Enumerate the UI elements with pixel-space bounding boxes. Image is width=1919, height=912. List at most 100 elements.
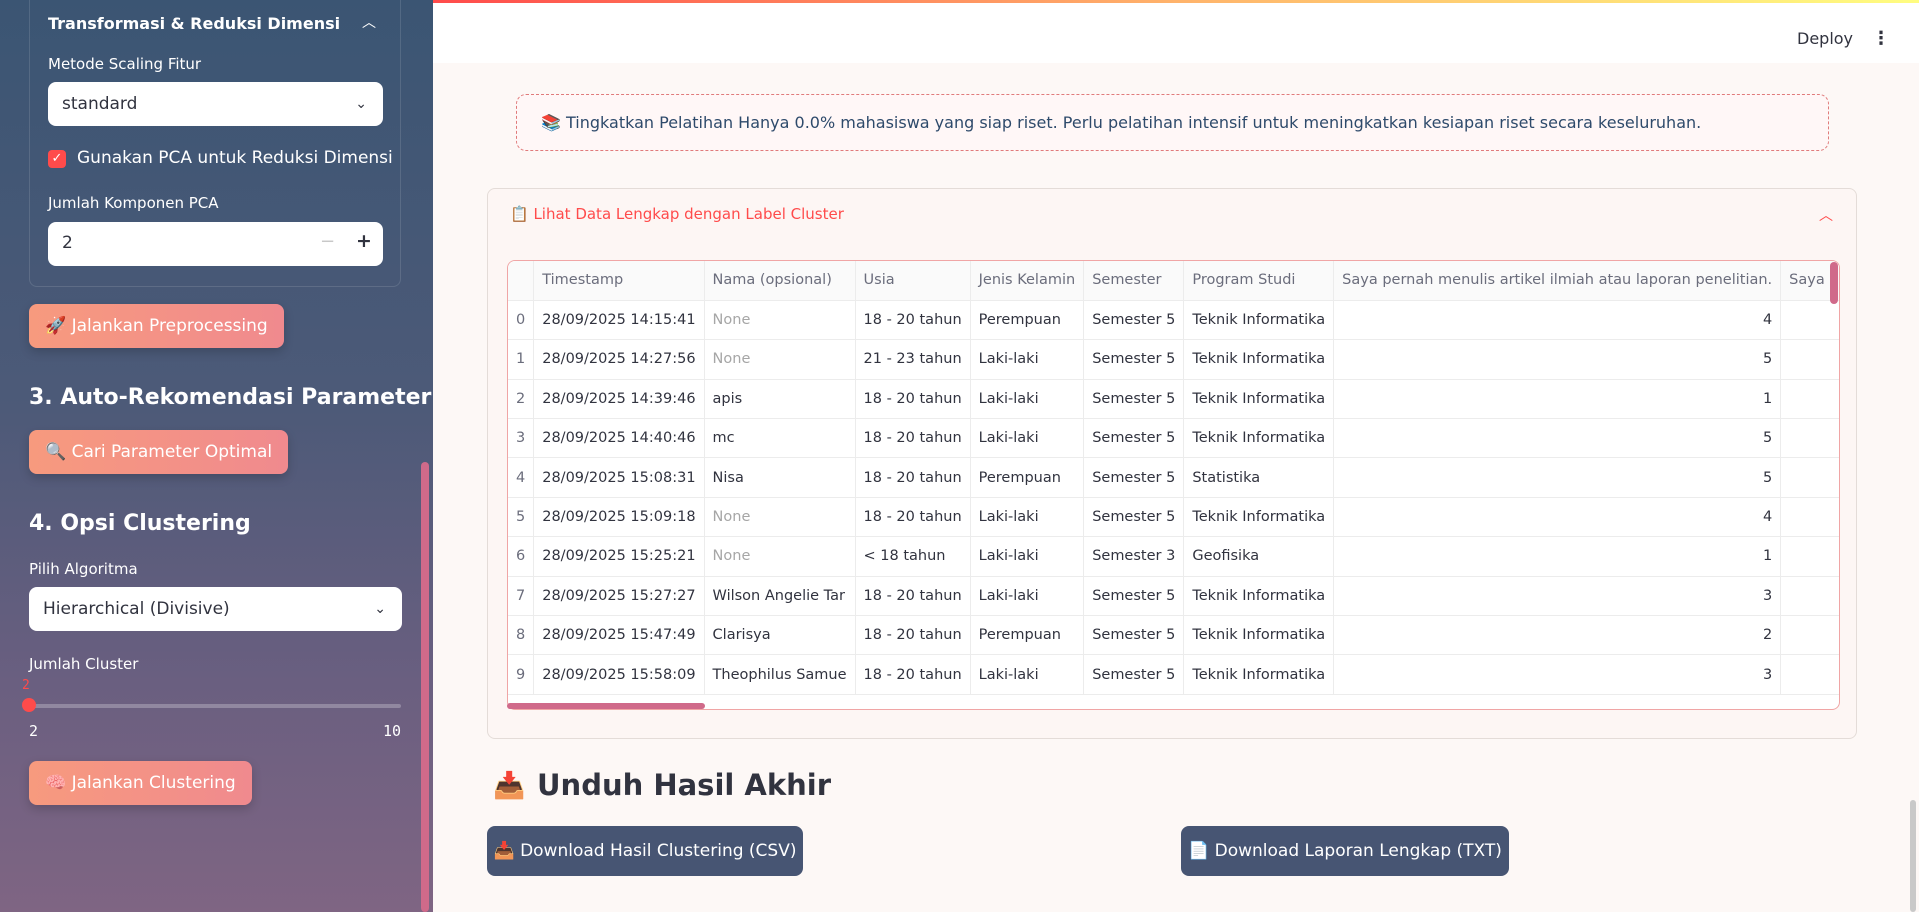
table-cell[interactable]: Semester 5	[1083, 654, 1185, 695]
table-cell[interactable]: Laki-laki	[970, 418, 1085, 459]
table-cell[interactable]: Semester 5	[1083, 300, 1185, 341]
table-cell[interactable]: Teknik Informatika	[1183, 654, 1335, 695]
chevron-up-icon[interactable]: ︿	[1819, 205, 1833, 225]
table-horizontal-scrollbar[interactable]	[507, 703, 705, 709]
table-cell[interactable]: Teknik Informatika	[1183, 418, 1335, 459]
pca-components-value[interactable]: 2	[62, 233, 73, 253]
table-cell[interactable]: Semester 5	[1083, 457, 1185, 498]
deploy-button[interactable]: Deploy	[1797, 29, 1853, 48]
table-cell[interactable]: Teknik Informatika	[1183, 615, 1335, 656]
row-index-cell[interactable]: 7	[508, 576, 535, 617]
run-clustering-button[interactable]: 🧠 Jalankan Clustering	[29, 761, 252, 805]
table-cell[interactable]: Nisa	[704, 457, 856, 498]
table-row[interactable]: 9 28/09/2025 15:58:09 Theophilus Samue 18 -…	[508, 654, 1839, 695]
chevron-up-icon[interactable]: ︿	[362, 12, 376, 32]
page-scrollbar[interactable]	[1910, 800, 1916, 912]
table-cell[interactable]: 28/09/2025 15:25:21	[533, 536, 705, 577]
table-cell[interactable]	[1780, 576, 1839, 617]
table-cell[interactable]: apis	[704, 379, 856, 420]
download-csv-button[interactable]: 📥 Download Hasil Clustering (CSV)	[487, 826, 803, 876]
table-row[interactable]: 0 28/09/2025 14:15:41 None 18 - 20 tahun Per…	[508, 300, 1839, 341]
table-cell[interactable]	[1780, 418, 1839, 459]
pca-checkbox-label[interactable]: Gunakan PCA untuk Reduksi Dimensi	[77, 148, 393, 168]
row-index-cell[interactable]: 8	[508, 615, 535, 656]
table-row[interactable]: 7 28/09/2025 15:27:27 Wilson Angelie Tar 18…	[508, 576, 1839, 617]
table-cell[interactable]: 18 - 20 tahun	[855, 379, 971, 420]
table-cell[interactable]: Semester 5	[1083, 576, 1185, 617]
table-cell[interactable]: 21 - 23 tahun	[855, 339, 971, 380]
table-cell[interactable]: 1	[1333, 379, 1782, 420]
table-cell[interactable]: 1	[1333, 536, 1782, 577]
row-index-cell[interactable]: 5	[508, 497, 535, 538]
table-cell[interactable]: 18 - 20 tahun	[855, 654, 971, 695]
cluster-slider-thumb[interactable]	[22, 698, 36, 712]
table-cell[interactable]: Teknik Informatika	[1183, 339, 1335, 380]
table-cell[interactable]: mc	[704, 418, 856, 459]
table-cell[interactable]: None	[704, 339, 856, 380]
table-cell[interactable]: 28/09/2025 15:08:31	[533, 457, 705, 498]
table-cell[interactable]: 28/09/2025 15:27:27	[533, 576, 705, 617]
table-cell[interactable]	[1780, 457, 1839, 498]
column-header[interactable]: Semester	[1083, 261, 1185, 301]
table-cell[interactable]: Laki-laki	[970, 576, 1085, 617]
table-cell[interactable]: 5	[1333, 418, 1782, 459]
table-cell[interactable]: Wilson Angelie Tar	[704, 576, 856, 617]
table-cell[interactable]: Semester 5	[1083, 418, 1185, 459]
table-cell[interactable]: 4	[1333, 497, 1782, 538]
minus-icon[interactable]: −	[320, 231, 335, 252]
table-row[interactable]: 3 28/09/2025 14:40:46 mc 18 - 20 tahun Laki-…	[508, 418, 1839, 459]
row-index-cell[interactable]: 6	[508, 536, 535, 577]
table-cell[interactable]: Semester 5	[1083, 615, 1185, 656]
table-row[interactable]: 4 28/09/2025 15:08:31 Nisa 18 - 20 tahun Per…	[508, 457, 1839, 498]
table-cell[interactable]: Laki-laki	[970, 654, 1085, 695]
column-header[interactable]: Jenis Kelamin	[970, 261, 1085, 301]
table-row[interactable]: 5 28/09/2025 15:09:18 None 18 - 20 tahun Lak…	[508, 497, 1839, 538]
table-cell[interactable]: Semester 5	[1083, 379, 1185, 420]
table-row[interactable]: 1 28/09/2025 14:27:56 None 21 - 23 tahun Lak…	[508, 339, 1839, 380]
table-cell[interactable]: 18 - 20 tahun	[855, 300, 971, 341]
row-index-cell[interactable]: 4	[508, 457, 535, 498]
plus-icon[interactable]: +	[356, 230, 372, 252]
table-cell[interactable]: None	[704, 300, 856, 341]
table-cell[interactable]: 18 - 20 tahun	[855, 615, 971, 656]
column-header[interactable]: Usia	[855, 261, 971, 301]
table-cell[interactable]: Teknik Informatika	[1183, 576, 1335, 617]
table-cell[interactable]: None	[704, 536, 856, 577]
table-row[interactable]: 8 28/09/2025 15:47:49 Clarisya 18 - 20 tahu…	[508, 615, 1839, 656]
table-cell[interactable]	[1780, 300, 1839, 341]
scaling-select[interactable]: standard ⌄	[48, 82, 383, 126]
table-cell[interactable]: < 18 tahun	[855, 536, 971, 577]
table-cell[interactable]: 28/09/2025 14:27:56	[533, 339, 705, 380]
table-cell[interactable]: Perempuan	[970, 615, 1085, 656]
table-cell[interactable]: Laki-laki	[970, 379, 1085, 420]
row-index-cell[interactable]: 3	[508, 418, 535, 459]
table-cell[interactable]: 5	[1333, 339, 1782, 380]
table-cell[interactable]: None	[704, 497, 856, 538]
table-cell[interactable]: Laki-laki	[970, 497, 1085, 538]
column-header[interactable]: Program Studi	[1183, 261, 1335, 301]
column-header[interactable]: Timestamp	[533, 261, 705, 301]
table-cell[interactable]	[1780, 536, 1839, 577]
table-cell[interactable]: Teknik Informatika	[1183, 379, 1335, 420]
table-cell[interactable]: Perempuan	[970, 300, 1085, 341]
table-cell[interactable]: Semester 3	[1083, 536, 1185, 577]
pca-checkbox[interactable]: ✓	[48, 150, 66, 168]
table-cell[interactable]: 28/09/2025 15:58:09	[533, 654, 705, 695]
table-cell[interactable]: 28/09/2025 15:09:18	[533, 497, 705, 538]
expander-title[interactable]: Transformasi & Reduksi Dimensi	[48, 14, 340, 33]
table-cell[interactable]: Teknik Informatika	[1183, 300, 1335, 341]
row-index-cell[interactable]: 9	[508, 654, 535, 695]
table-cell[interactable]: Statistika	[1183, 457, 1335, 498]
table-cell[interactable]	[1780, 339, 1839, 380]
column-header[interactable]: Nama (opsional)	[704, 261, 856, 301]
table-cell[interactable]: Teknik Informatika	[1183, 497, 1335, 538]
table-cell[interactable]: Geofisika	[1183, 536, 1335, 577]
table-cell[interactable]: 18 - 20 tahun	[855, 497, 971, 538]
table-cell[interactable]: Semester 5	[1083, 339, 1185, 380]
pca-components-input[interactable]: 2 − +	[48, 222, 383, 266]
table-row[interactable]: 6 28/09/2025 15:25:21 None < 18 tahun Laki-l…	[508, 536, 1839, 577]
optimal-params-button[interactable]: 🔍 Cari Parameter Optimal	[29, 430, 289, 474]
table-cell[interactable]: 18 - 20 tahun	[855, 457, 971, 498]
table-cell[interactable]: 2	[1333, 615, 1782, 656]
table-cell[interactable]: 28/09/2025 14:40:46	[533, 418, 705, 459]
